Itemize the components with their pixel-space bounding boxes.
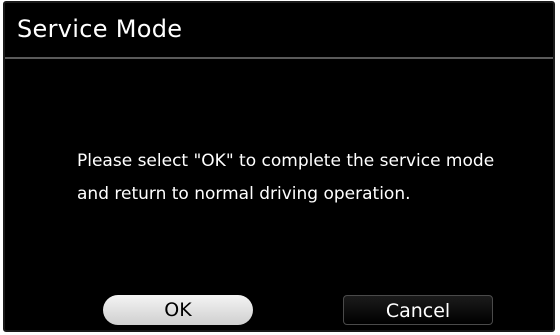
- service-mode-screen: Service Mode Please select "OK" to compl…: [3, 1, 555, 332]
- message-line-1: Please select "OK" to complete the servi…: [77, 151, 495, 171]
- title-bar: Service Mode: [5, 3, 553, 59]
- message-line-2: and return to normal driving operation.: [77, 184, 411, 204]
- cancel-button[interactable]: Cancel: [343, 295, 493, 325]
- screen-title: Service Mode: [17, 15, 183, 43]
- ok-button[interactable]: OK: [103, 295, 253, 325]
- dialog-message: Please select "OK" to complete the servi…: [77, 145, 537, 211]
